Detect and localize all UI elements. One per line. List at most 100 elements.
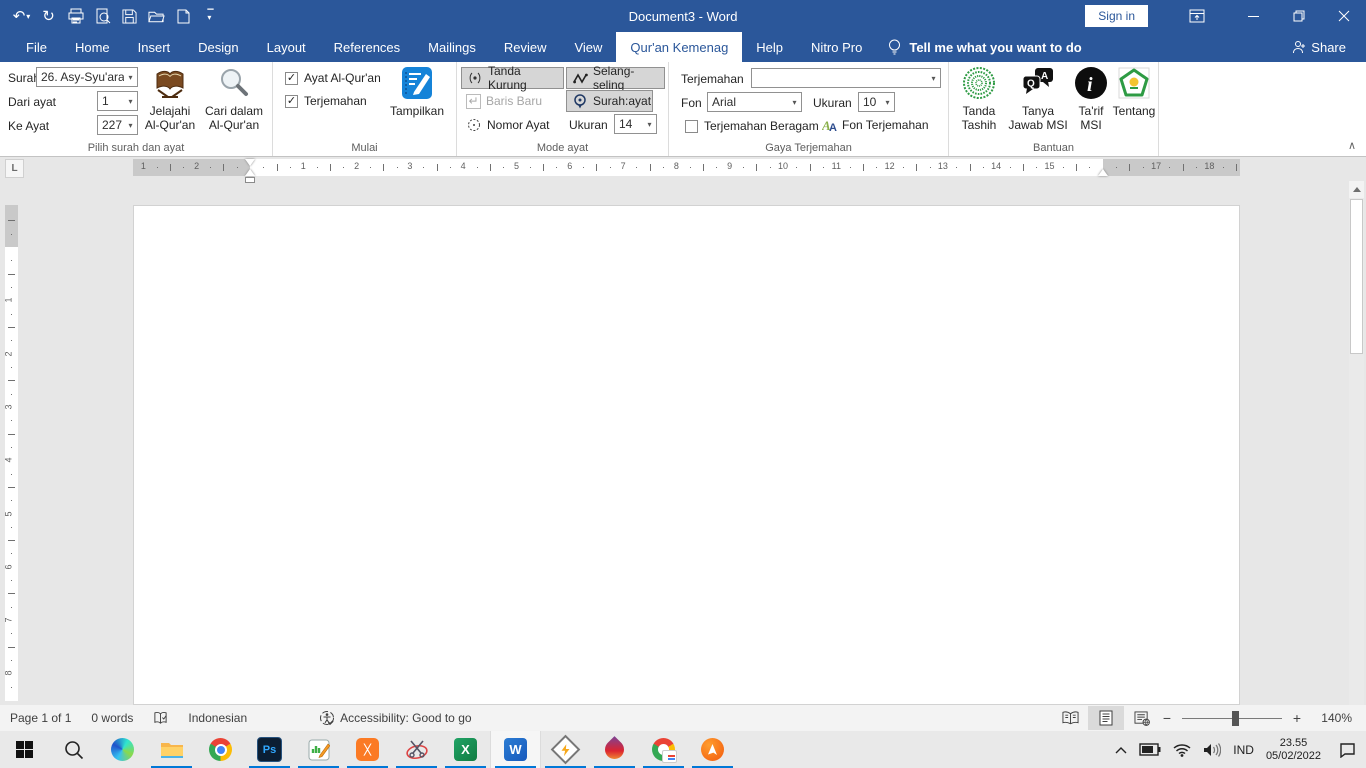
start-button[interactable] [0,731,49,768]
terjemahan-combobox[interactable]: ▾ [751,68,941,88]
vertical-scrollbar[interactable] [1349,181,1364,705]
right-indent-marker[interactable] [1098,169,1108,176]
vertical-ruler[interactable]: 1 2 3 4 5 6 7 8 [4,205,18,701]
tentang-button[interactable]: Tentang [1111,65,1157,151]
terjemahan-checkbox[interactable]: ✓ Terjemahan [285,94,367,108]
tab-help[interactable]: Help [742,32,797,62]
surah-ayat-toggle[interactable]: Surah:ayat [566,90,653,112]
battery-icon[interactable] [1139,743,1161,756]
ruler-tick [1022,164,1024,171]
mode-ukuran-combobox[interactable]: 14 ▾ [614,114,657,134]
hanging-indent-marker[interactable] [245,169,255,176]
taskbar-winamp[interactable] [541,731,590,768]
ke-ayat-combobox[interactable]: 227 ▾ [97,115,138,135]
fon-combobox[interactable]: Arial ▾ [707,92,802,112]
ruler-number: 13 [937,161,948,171]
taskbar-xampp[interactable]: ᚷ [343,731,392,768]
open-button[interactable] [143,2,170,30]
tarif-msi-button[interactable]: i Ta'rif MSI [1071,65,1111,151]
scrollbar-thumb[interactable] [1350,199,1363,354]
taskbar-clock[interactable]: 23.55 05/02/2022 [1266,737,1321,763]
horizontal-ruler[interactable]: 2 1 1 2 3 4 5 6 7 8 9 10 11 12 13 14 15 17 18 [133,159,1240,183]
cari-dalam-alquran-button[interactable]: Cari dalam Al-Qur'an [202,65,266,151]
taskbar-word[interactable]: W [490,731,541,768]
tampilkan-button[interactable]: Tampilkan [383,65,451,151]
language-indicator[interactable]: Indonesian [178,705,257,731]
tell-me-box[interactable]: Tell me what you want to do [876,32,1093,62]
print-preview-button[interactable] [89,2,116,30]
action-center-icon[interactable] [1339,742,1356,758]
tab-mailings[interactable]: Mailings [414,32,490,62]
zoom-out-button[interactable]: − [1160,710,1174,726]
redo-button[interactable]: ↻ [35,2,62,30]
fon-terjemahan-button[interactable]: AA Fon Terjemahan [822,117,929,133]
tab-nitro-pro[interactable]: Nitro Pro [797,32,876,62]
proofing-status[interactable] [143,705,178,731]
taskbar-file-explorer[interactable] [147,731,196,768]
ayat-alquran-checkbox[interactable]: ✓ Ayat Al-Qur'an [285,71,381,85]
tab-layout[interactable]: Layout [253,32,320,62]
terjemahan-beragam-checkbox[interactable]: Terjemahan Beragam [685,119,819,133]
zoom-level[interactable]: 140% [1304,711,1366,725]
left-indent-marker[interactable] [245,177,255,183]
input-language-indicator[interactable]: IND [1233,743,1254,757]
new-document-button[interactable] [170,2,197,30]
gaya-ukuran-combobox[interactable]: 10 ▾ [858,92,895,112]
selang-seling-toggle[interactable]: Selang-seling [566,64,665,92]
share-button[interactable]: Share [1292,32,1366,62]
first-line-indent-marker[interactable] [245,159,255,166]
wifi-icon[interactable] [1173,743,1191,757]
tab-quran-kemenag[interactable]: Qur'an Kemenag [616,32,743,62]
customize-qat-button[interactable]: ▔ ▾ [197,2,224,30]
minimize-button[interactable] [1231,0,1276,32]
quick-print-button[interactable] [62,2,89,30]
ribbon-display-options-button[interactable] [1174,0,1219,32]
tanda-kurung-toggle[interactable]: Tanda Kurung [461,64,564,92]
zoom-in-button[interactable]: + [1290,710,1304,726]
web-layout-button[interactable] [1124,706,1160,730]
taskbar-notes-app[interactable] [294,731,343,768]
taskbar-paint3d[interactable] [590,731,639,768]
tab-file[interactable]: File [12,32,61,62]
jelajahi-alquran-button[interactable]: Jelajahi Al-Qur'an [140,65,200,151]
tab-home[interactable]: Home [61,32,124,62]
tab-insert[interactable]: Insert [124,32,185,62]
page-indicator[interactable]: Page 1 of 1 [0,705,81,731]
sign-in-button[interactable]: Sign in [1085,5,1148,27]
taskbar-avast[interactable] [688,731,737,768]
nomor-ayat-toggle[interactable]: Nomor Ayat [461,114,558,136]
tanya-jawab-msi-button[interactable]: AQ Tanya Jawab MSI [1005,65,1071,151]
taskbar-edge[interactable] [98,731,147,768]
surah-combobox[interactable]: 26. Asy-Syu'ara ▾ [36,67,138,87]
taskbar-chrome[interactable] [196,731,245,768]
tab-review[interactable]: Review [490,32,561,62]
tab-references[interactable]: References [320,32,414,62]
zoom-slider[interactable] [1182,710,1282,726]
zoom-slider-thumb[interactable] [1232,710,1239,726]
taskbar-photoshop[interactable]: Ps [245,731,294,768]
baris-baru-toggle[interactable]: ↵ Baris Baru [461,90,556,112]
tab-view[interactable]: View [560,32,616,62]
close-button[interactable] [1321,0,1366,32]
tab-stop-selector[interactable]: L [5,159,24,178]
scrollbar-up-button[interactable] [1349,181,1364,198]
speaker-icon[interactable] [1203,742,1222,757]
undo-button[interactable]: ↶ ▾ [8,2,35,30]
taskbar-search-button[interactable] [49,731,98,768]
tanda-tashih-button[interactable]: Tanda Tashih [953,65,1005,151]
tab-design[interactable]: Design [184,32,252,62]
print-layout-button[interactable] [1088,706,1124,730]
save-button[interactable] [116,2,143,30]
accessibility-status[interactable]: Accessibility: Good to go [309,705,481,731]
read-mode-button[interactable] [1052,706,1088,730]
taskbar-excel[interactable]: X [441,731,490,768]
print-preview-icon [96,8,110,24]
dari-ayat-combobox[interactable]: 1 ▾ [97,91,138,111]
taskbar-snipping-tool[interactable] [392,731,441,768]
collapse-ribbon-button[interactable]: ∧ [1348,139,1356,152]
taskbar-chrome-profile[interactable] [639,731,688,768]
restore-button[interactable] [1276,0,1321,32]
word-count[interactable]: 0 words [81,705,143,731]
document-page[interactable] [133,205,1240,705]
tray-expand-icon[interactable] [1115,746,1127,754]
